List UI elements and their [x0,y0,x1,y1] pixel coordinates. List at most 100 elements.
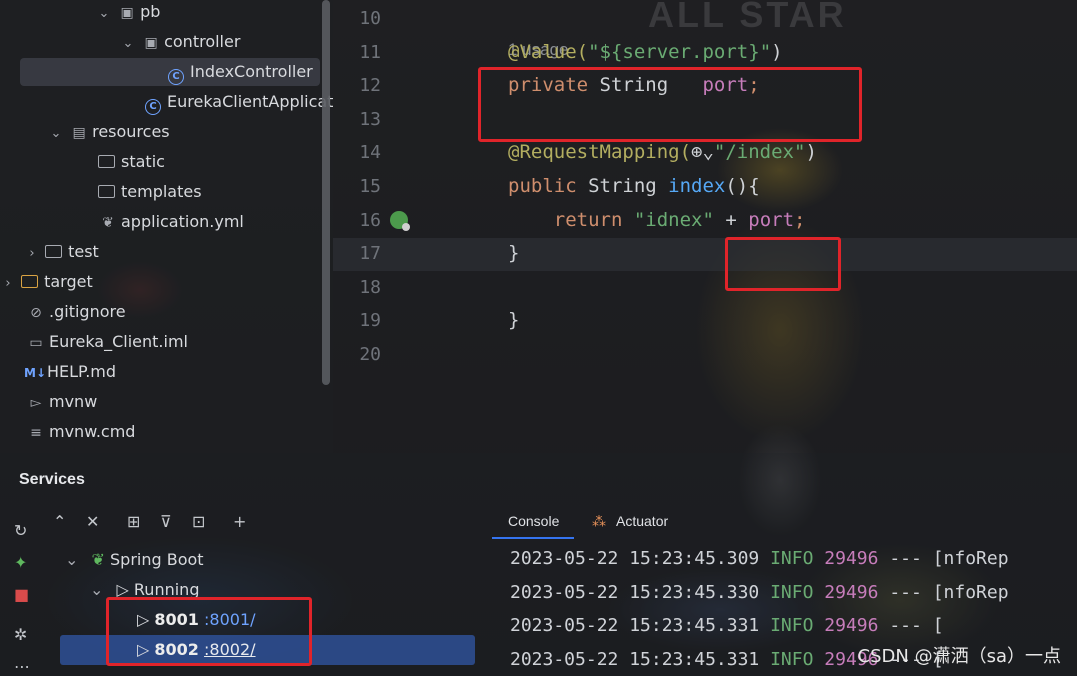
console-line: 2023-05-22 15:23:45.309 INFO 29496 --- [… [510,548,1009,569]
line-number: 13 [359,108,381,130]
code-token: "/index" [713,141,806,164]
debug-run-icon[interactable]: ✦ [14,553,27,572]
active-tab-indicator [492,537,574,539]
console-level: INFO [770,581,814,603]
chevron-down-icon[interactable]: ⌄ [96,0,112,28]
markdown-icon: M↓ [24,366,46,380]
tree-item-controller[interactable]: ⌄ ▣ controller [120,28,241,58]
tree-item-templates[interactable]: templates [98,178,202,206]
chevron-right-icon[interactable]: › [0,270,16,298]
line-number: 17 [359,243,381,265]
service-spring-boot[interactable]: ⌄ ❦ Spring Boot [65,545,204,575]
code-editor[interactable]: 1 usage 10 11 @Value("${server.port}") 12 pr… [333,0,1077,453]
tree-item-test[interactable]: › test [24,238,98,268]
project-tree[interactable]: ⌄ ▣ pb ⌄ ▣ controller C IndexController C Eu… [0,0,333,453]
tree-item-index-controller[interactable]: C IndexController [20,58,320,86]
expand-all-icon[interactable]: ⌃ [53,512,66,531]
code-token: "${ [588,40,623,63]
collapse-all-icon[interactable]: ✕ [86,512,99,531]
code-line[interactable]: @RequestMapping(⊕⌄"/index") [508,141,817,163]
tree-scrollbar[interactable] [322,0,330,385]
tree-item-help-md[interactable]: M↓HELP.md [24,358,116,386]
rerun-icon[interactable]: ↻ [14,521,27,540]
current-line-highlight [333,238,1077,271]
console-thread: [nfoRep [932,548,1009,569]
group-by-icon[interactable]: ⊞ [127,512,140,531]
code-token: + [713,208,749,231]
services-title: Services [19,471,85,488]
tree-item-application-yml[interactable]: ❦ application.yml [98,208,244,236]
code-token: public [508,175,589,197]
port-highlight-box [725,237,841,291]
code-token: index [668,175,726,197]
class-icon: C [168,69,184,85]
console-ts: 2023-05-22 15:23:45.331 [510,615,760,636]
code-token: ⊕⌄ [691,141,714,164]
chevron-down-icon[interactable]: ⌄ [120,30,136,58]
watermark: CSDN @潇洒（sa）一点 [857,646,1061,667]
file-icon: ▭ [29,335,43,351]
line-number: 10 [359,8,381,29]
add-service-icon[interactable]: + [233,512,246,531]
tree-item-static[interactable]: static [98,148,165,176]
code-token: port [748,208,795,231]
folder-icon [45,245,63,258]
code-token: @RequestMapping( [508,141,692,164]
spring-bean-gutter-icon[interactable] [390,211,410,231]
annotation-highlight-box [478,67,862,142]
tree-item-eureka-client-iml[interactable]: ▭ Eureka_Client.iml [26,328,188,356]
tree-item-resources[interactable]: ⌄ ▤ resources [48,118,170,146]
line-number: 14 [359,142,381,164]
tree-item-mvnw[interactable]: ▻ mvnw [26,388,98,416]
code-token: ) [805,141,817,164]
chevron-down-icon[interactable]: ⌄ [48,120,64,148]
tree-item-pb[interactable]: ⌄ ▣ pb [96,0,161,28]
console-sep: --- [889,615,922,636]
services-detail-tabs: Console ⁂ Actuator [492,505,1077,539]
stop-icon[interactable]: ■ [14,585,29,604]
line-number: 11 [359,41,381,63]
more-icon[interactable]: ⋯ [14,657,30,676]
tree-item-mvnw-cmd[interactable]: ≡ mvnw.cmd [26,418,135,446]
line-number: 15 [359,176,381,197]
line-number: 12 [359,75,381,97]
line-number: 20 [359,344,381,365]
ports-highlight-box [106,597,312,666]
chevron-down-icon[interactable]: ⌄ [90,580,103,599]
code-token: server.port [622,40,749,63]
services-tree[interactable]: ⌄ ❦ Spring Boot ⌄ ▷ Running ▷ 8001 :8001… [45,540,490,676]
code-token: ; [794,208,806,231]
code-token: (){ [725,175,760,197]
folder-icon [98,185,115,198]
tab-console[interactable]: Console [508,513,559,529]
code-token: return [508,208,634,231]
package-icon: ▣ [120,5,134,21]
console-sep: --- [889,581,922,603]
chevron-down-icon[interactable]: ⌄ [65,550,78,569]
ignore-icon: ⊘ [30,305,42,321]
package-icon: ▣ [144,35,158,51]
tree-item-target[interactable]: › target [0,268,92,298]
debugger-icon[interactable]: ✲ [14,625,27,644]
spring-class-icon: C [145,99,161,115]
code-line[interactable]: return "idnex" + port; [508,208,806,231]
console-level: INFO [770,648,814,670]
chevron-right-icon[interactable]: › [24,240,40,268]
tab-actuator[interactable]: Actuator [616,513,668,529]
code-token: } [508,309,520,332]
code-line[interactable]: } [508,242,519,264]
console-level: INFO [770,615,814,636]
code-line[interactable]: @Value("${server.port}") [508,41,783,63]
tree-item-eureka-client-application[interactable]: C EurekaClientApplicati [145,88,333,116]
tree-item-gitignore[interactable]: ⊘ .gitignore [26,298,125,326]
actuator-icon: ⁂ [592,513,606,529]
console-ts: 2023-05-22 15:23:45.331 [510,648,760,670]
filter-icon[interactable]: ⊽ [160,512,172,531]
code-token: } [508,242,520,265]
console-level: INFO [770,548,814,569]
code-line[interactable]: } [508,309,519,331]
terminal-icon: ▻ [30,395,42,411]
code-token: String [588,175,669,197]
new-tab-icon[interactable]: ⊡ [192,512,205,531]
code-line[interactable]: public String index(){ [508,175,760,197]
